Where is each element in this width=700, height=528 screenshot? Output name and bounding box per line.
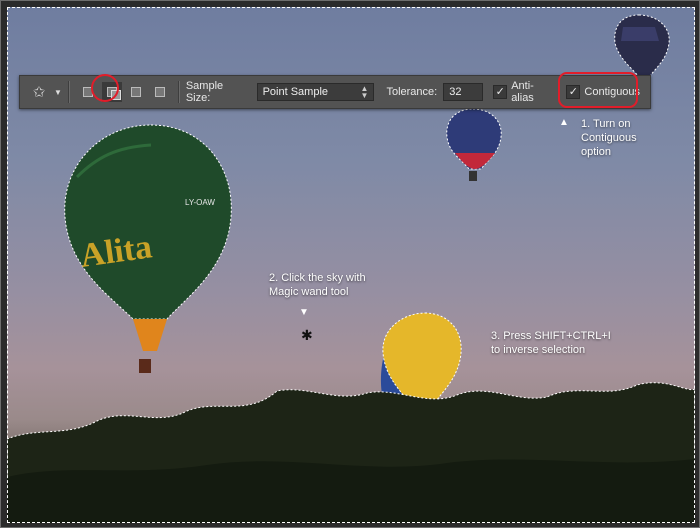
- anti-alias-label: Anti-alias: [511, 80, 534, 104]
- intersect-selection-button[interactable]: [150, 82, 170, 102]
- step-3-note: 3. Press SHIFT+CTRL+I to inverse selecti…: [491, 330, 611, 356]
- anti-alias-checkbox[interactable]: ✓ Anti-alias: [493, 80, 556, 104]
- tolerance-input[interactable]: 32: [443, 83, 484, 101]
- subtract-from-selection-icon: [130, 87, 141, 97]
- up-down-arrows-icon: ▲ ▼: [360, 84, 369, 100]
- checkmark-icon: ✓: [493, 85, 508, 99]
- chevron-down-icon[interactable]: ▼: [54, 88, 62, 97]
- magic-wand-cursor-icon: ✱: [301, 327, 313, 343]
- subtract-from-selection-button[interactable]: [126, 82, 146, 102]
- add-mode-highlight-ring: [91, 74, 119, 102]
- contiguous-highlight-ring: [558, 72, 638, 108]
- sample-size-select[interactable]: Point Sample ▲ ▼: [256, 83, 375, 101]
- intersect-selection-icon: [154, 87, 165, 97]
- tolerance-label: Tolerance:: [386, 86, 438, 98]
- sample-size-value: Point Sample: [262, 86, 329, 98]
- balloon-small-middle: [446, 108, 502, 181]
- step-1-note: 1. Turn on Contiguous option: [581, 118, 637, 158]
- toolbar-divider: [177, 81, 180, 103]
- balloon-registration-text: LY-OAW: [185, 198, 215, 207]
- pointer-triangle-icon: ▼: [299, 307, 309, 318]
- photo-window: Alita LY-OAW ✩ ▼ Sample Size: Point Samp…: [0, 0, 700, 528]
- toolbar-divider: [67, 81, 70, 103]
- pointer-triangle-icon: ▲: [559, 117, 569, 128]
- image-canvas[interactable]: Alita LY-OAW ✩ ▼ Sample Size: Point Samp…: [7, 7, 695, 523]
- sample-size-label: Sample Size:: [185, 80, 224, 104]
- magic-wand-icon[interactable]: ✩: [26, 81, 52, 103]
- step-2-note: 2. Click the sky with Magic wand tool: [269, 272, 366, 298]
